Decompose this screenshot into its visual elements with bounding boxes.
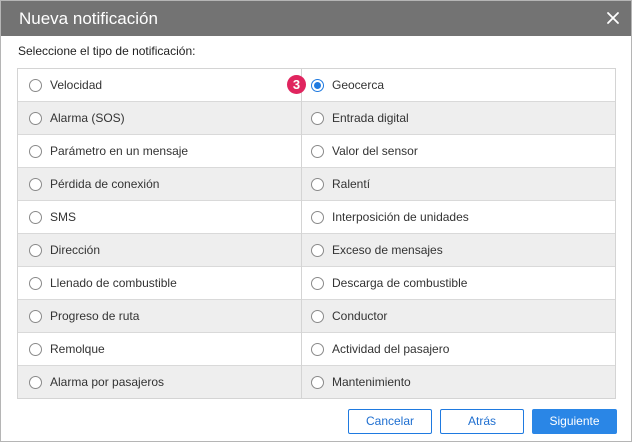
option-label: Geocerca [332,78,385,92]
radio-button[interactable] [29,375,42,389]
radio-button[interactable] [311,309,324,323]
radio-button[interactable] [311,210,324,224]
new-notification-dialog: Nueva notificación Seleccione el tipo de… [0,0,632,442]
option-label: Exceso de mensajes [332,243,443,257]
notification-type-option[interactable]: Conductor [302,300,615,333]
radio-button[interactable] [29,144,42,158]
cancel-button[interactable]: Cancelar [348,409,432,434]
notification-type-option[interactable]: Alarma (SOS) [18,102,301,135]
radio-button[interactable] [311,144,324,158]
next-button[interactable]: Siguiente [532,409,617,434]
radio-button[interactable] [29,111,42,125]
option-label: Mantenimiento [332,375,411,389]
radio-button[interactable] [29,210,42,224]
option-label: Interposición de unidades [332,210,469,224]
notification-type-option[interactable]: Descarga de combustible [302,267,615,300]
notification-type-option[interactable]: Ralentí [302,168,615,201]
option-label: Parámetro en un mensaje [50,144,189,158]
notification-type-option[interactable]: Interposición de unidades [302,201,615,234]
notification-type-prompt: Seleccione el tipo de notificación: [18,44,196,58]
notification-type-option[interactable]: Pérdida de conexión [18,168,301,201]
radio-button[interactable] [29,78,42,92]
dialog-title: Nueva notificación [19,9,158,28]
option-label: Pérdida de conexión [50,177,160,191]
notification-type-grid: Velocidad Alarma (SOS) Parámetro en un men… [17,68,616,399]
radio-button[interactable] [311,177,324,191]
notification-type-option[interactable]: Llenado de combustible [18,267,301,300]
option-label: Valor del sensor [332,144,418,158]
radio-button[interactable] [29,243,42,257]
option-label: Conductor [332,309,388,323]
close-icon[interactable] [603,8,623,28]
option-label: Actividad del pasajero [332,342,450,356]
back-button[interactable]: Atrás [440,409,524,434]
radio-button[interactable] [311,276,324,290]
radio-button[interactable] [311,375,324,389]
notification-type-column-left: Velocidad Alarma (SOS) Parámetro en un men… [18,69,301,398]
radio-button[interactable] [311,243,324,257]
option-label: Remolque [50,342,105,356]
option-label: Llenado de combustible [50,276,177,290]
option-label: Entrada digital [332,111,409,125]
close-icon-glyph [607,12,619,24]
notification-type-option[interactable]: Alarma por pasajeros [18,366,301,398]
notification-type-option[interactable]: Remolque [18,333,301,366]
notification-type-option[interactable]: Actividad del pasajero [302,333,615,366]
radio-button[interactable] [29,342,42,356]
radio-button[interactable] [311,78,324,92]
option-label: Alarma (SOS) [50,111,125,125]
option-label: Descarga de combustible [332,276,468,290]
radio-button[interactable] [29,276,42,290]
radio-button[interactable] [29,177,42,191]
notification-type-option[interactable]: Progreso de ruta [18,300,301,333]
notification-type-option[interactable]: Exceso de mensajes [302,234,615,267]
notification-type-option[interactable]: Mantenimiento [302,366,615,398]
option-label: Velocidad [50,78,103,92]
notification-type-option[interactable]: SMS [18,201,301,234]
notification-type-option[interactable]: Velocidad [18,69,301,102]
dialog-titlebar: Nueva notificación [1,1,631,36]
notification-type-option[interactable]: Entrada digital [302,102,615,135]
notification-type-option[interactable]: Valor del sensor [302,135,615,168]
radio-button[interactable] [311,342,324,356]
notification-type-option[interactable]: Parámetro en un mensaje [18,135,301,168]
option-label: Progreso de ruta [50,309,140,323]
radio-button[interactable] [311,111,324,125]
option-label: Ralentí [332,177,371,191]
step-number-badge: 3 [287,75,306,94]
option-label: Dirección [50,243,101,257]
option-label: Alarma por pasajeros [50,375,165,389]
notification-type-option[interactable]: Geocerca [302,69,615,102]
notification-type-column-right: Geocerca Entrada digital Valor del sensor R… [301,69,615,398]
notification-type-option[interactable]: Dirección [18,234,301,267]
option-label: SMS [50,210,77,224]
radio-button[interactable] [29,309,42,323]
